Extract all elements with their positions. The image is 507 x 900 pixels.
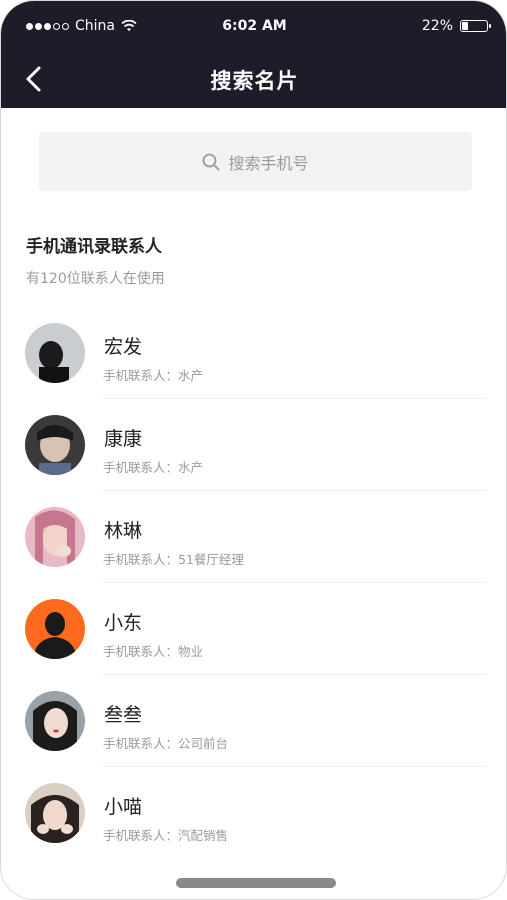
battery-icon xyxy=(460,20,491,32)
contact-name: 叁叁 xyxy=(104,704,143,726)
contact-name: 宏发 xyxy=(104,336,143,358)
contact-desc: 手机联系人：51餐厅经理 xyxy=(103,552,244,567)
header: China 6:02 AM 22% 搜索名片 xyxy=(1,1,506,108)
contact-item[interactable]: 宏发 手机联系人：水产 xyxy=(1,307,506,399)
contacts-section-header: 手机通讯录联系人 有120位联系人在使用 xyxy=(26,232,165,288)
contact-desc: 手机联系人：物业 xyxy=(103,644,204,659)
contact-desc: 手机联系人：公司前台 xyxy=(103,736,229,751)
section-subtitle: 有120位联系人在使用 xyxy=(26,271,165,287)
avatar xyxy=(25,599,85,659)
contact-item[interactable]: 小东 手机联系人：物业 xyxy=(1,583,506,675)
search-placeholder: 搜索手机号 xyxy=(228,153,309,173)
contact-name: 小东 xyxy=(104,612,143,634)
search-input[interactable]: 搜索手机号 xyxy=(39,132,472,191)
avatar xyxy=(25,323,85,383)
battery-percent: 22% xyxy=(421,18,453,34)
status-right: 22% xyxy=(421,18,491,34)
contact-item[interactable]: 康康 手机联系人：水产 xyxy=(1,399,506,491)
contact-item[interactable]: 叁叁 手机联系人：公司前台 xyxy=(1,675,506,767)
contact-desc: 手机联系人：水产 xyxy=(103,460,204,475)
status-bar: China 6:02 AM 22% xyxy=(1,1,506,51)
search-icon xyxy=(203,153,220,170)
avatar xyxy=(25,783,85,843)
contact-desc: 手机联系人：水产 xyxy=(103,368,204,383)
contact-desc: 手机联系人：汽配销售 xyxy=(103,828,229,843)
section-title: 手机通讯录联系人 xyxy=(26,237,162,257)
avatar xyxy=(25,507,85,567)
home-indicator[interactable] xyxy=(176,878,336,888)
nav-bar: 搜索名片 xyxy=(1,51,506,108)
contact-list: 宏发 手机联系人：水产 康康 手机联系人：水产 林琳 手机联系人：51餐厅经理 … xyxy=(1,307,506,859)
avatar xyxy=(25,691,85,751)
contact-item[interactable]: 林琳 手机联系人：51餐厅经理 xyxy=(1,491,506,583)
phone-screen: China 6:02 AM 22% 搜索名片 搜索手机号 手机通讯录联系人 有1… xyxy=(0,0,507,900)
page-title: 搜索名片 xyxy=(210,69,299,93)
contact-name: 林琳 xyxy=(104,520,143,542)
contact-name: 小喵 xyxy=(104,796,143,818)
contact-name: 康康 xyxy=(104,428,143,450)
contact-item[interactable]: 小喵 手机联系人：汽配销售 xyxy=(1,767,506,859)
avatar xyxy=(25,415,85,475)
